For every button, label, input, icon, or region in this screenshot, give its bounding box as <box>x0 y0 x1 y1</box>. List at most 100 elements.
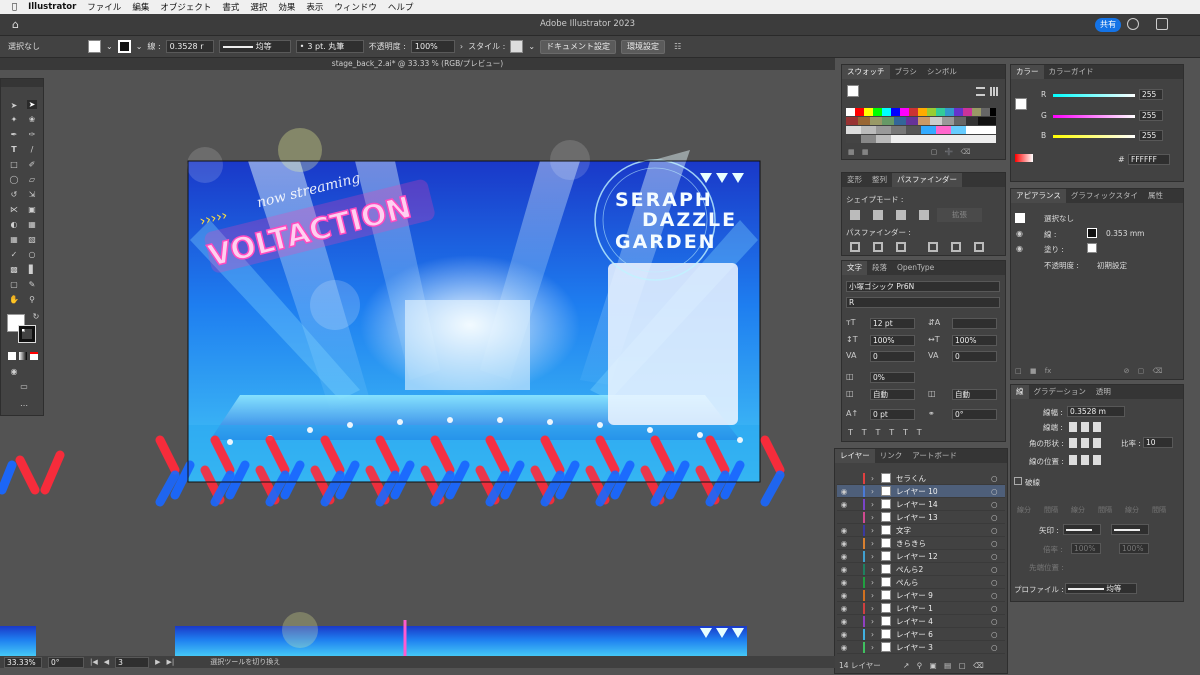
variable-width-profile[interactable]: 均等 <box>218 40 291 53</box>
divide-icon[interactable] <box>850 242 860 252</box>
symbol-sprayer-icon[interactable]: ▩ <box>9 265 19 274</box>
target-circle-icon[interactable]: ○ <box>991 474 1005 483</box>
outline-icon[interactable] <box>951 242 961 252</box>
menu-type[interactable]: 書式 <box>222 1 239 13</box>
intersect-icon[interactable] <box>896 210 906 220</box>
share-button[interactable]: 共有 <box>1095 18 1121 32</box>
brush-definition[interactable]: • 3 pt. 丸筆 <box>295 40 364 53</box>
fill-stroke-indicator[interactable] <box>847 85 859 97</box>
visibility-eye-icon[interactable]: ◉ <box>837 487 851 496</box>
font-family-field[interactable]: 小塚ゴシック Pr6N <box>846 281 1000 292</box>
canvas-area[interactable]: SERAPH DAZZLE GARDEN now streaming VOLTA… <box>0 70 833 656</box>
width-tool-icon[interactable]: ⋉ <box>9 205 19 214</box>
more-tools-icon[interactable]: ⋯ <box>19 401 29 410</box>
artboard-number-field[interactable]: 3 <box>115 656 150 668</box>
rotate-view-field[interactable]: 0° <box>48 656 84 668</box>
aki-right-field[interactable]: 自動 <box>952 389 997 400</box>
artboard-tool-icon[interactable]: ▢ <box>9 280 19 289</box>
eye-icon[interactable]: ◉ <box>1016 229 1023 238</box>
opacity-label[interactable]: 不透明度 : <box>369 41 406 52</box>
menu-effect[interactable]: 効果 <box>278 1 295 13</box>
target-circle-icon[interactable]: ○ <box>991 630 1005 639</box>
screen-mode-icon[interactable]: ▭ <box>19 382 29 391</box>
layer-name[interactable]: ぺんら <box>896 577 991 588</box>
visibility-eye-icon[interactable]: ◉ <box>837 565 851 574</box>
tab-opentype[interactable]: OpenType <box>892 261 939 275</box>
add-stroke-icon[interactable]: □ <box>1015 367 1022 375</box>
toolbar-grip[interactable] <box>1 79 43 87</box>
tab-character[interactable]: 文字 <box>842 261 867 275</box>
stroke-swatch[interactable] <box>117 40 131 53</box>
color-fill-box[interactable] <box>1015 98 1027 110</box>
target-circle-icon[interactable]: ○ <box>991 539 1005 548</box>
visibility-eye-icon[interactable]: ◉ <box>837 604 851 613</box>
layer-name[interactable]: レイヤー 13 <box>896 512 991 523</box>
layer-name[interactable]: レイヤー 9 <box>896 590 991 601</box>
arrow-scale-end[interactable]: 100% <box>1119 543 1149 554</box>
menu-select[interactable]: 選択 <box>250 1 267 13</box>
layer-row[interactable]: ◉ › ぺんら2 ○ <box>837 563 1005 576</box>
horizontal-scale-field[interactable]: 100% <box>952 335 997 346</box>
exclude-icon[interactable] <box>919 210 929 220</box>
tab-align[interactable]: 整列 <box>867 173 892 187</box>
crop-icon[interactable] <box>928 242 938 252</box>
tab-attributes[interactable]: 属性 <box>1143 189 1168 203</box>
expand-arrow-icon[interactable]: › <box>871 539 881 548</box>
layer-name[interactable]: レイヤー 4 <box>896 616 991 627</box>
menu-edit[interactable]: 編集 <box>132 1 149 13</box>
visibility-eye-icon[interactable]: ◉ <box>837 552 851 561</box>
color-spectrum[interactable] <box>1015 154 1033 162</box>
blue-slider[interactable] <box>1053 135 1135 138</box>
miter-ratio-input[interactable]: 10 <box>1143 437 1173 448</box>
search-icon[interactable] <box>1127 18 1139 30</box>
red-value[interactable]: 255 <box>1139 89 1163 100</box>
chevron-down-icon[interactable]: ⌄ <box>136 42 143 51</box>
layer-name[interactable]: 文字 <box>896 525 991 536</box>
first-artboard-icon[interactable]: |◀ <box>90 658 98 666</box>
layer-row[interactable]: › レイヤー 13 ○ <box>837 511 1005 524</box>
dash-field[interactable]: 線分 <box>1071 505 1085 515</box>
tab-links[interactable]: リンク <box>875 449 908 463</box>
zoom-tool-icon[interactable]: ⚲ <box>27 295 37 304</box>
menu-window[interactable]: ウィンドウ <box>334 1 377 13</box>
gap-field[interactable]: 間隔 <box>1152 505 1166 515</box>
expand-arrow-icon[interactable]: › <box>871 513 881 522</box>
expand-arrow-icon[interactable]: › <box>871 474 881 483</box>
hex-value[interactable]: FFFFFF <box>1128 154 1170 165</box>
expand-arrow-icon[interactable]: › <box>871 526 881 535</box>
tab-appearance[interactable]: アピアランス <box>1011 189 1066 203</box>
stroke-weight-input[interactable]: 0.3528 m <box>1067 406 1125 417</box>
expand-button[interactable]: 拡張 <box>937 208 982 222</box>
expand-arrow-icon[interactable]: › <box>871 578 881 587</box>
dash-field[interactable]: 線分 <box>1125 505 1139 515</box>
text-style-buttons[interactable]: TTTTTT <box>848 428 931 437</box>
rectangle-tool-icon[interactable]: □ <box>9 160 19 169</box>
appearance-stroke-swatch[interactable] <box>1087 228 1097 238</box>
chevron-right-icon[interactable]: › <box>460 42 463 51</box>
tab-graphic-styles[interactable]: グラフィックスタイ <box>1066 189 1143 203</box>
gradient-mode-button[interactable] <box>19 352 27 360</box>
dash-field[interactable]: 線分 <box>1017 505 1031 515</box>
target-circle-icon[interactable]: ○ <box>991 487 1005 496</box>
stroke-weight-field[interactable]: 0.3528 r <box>165 40 214 53</box>
graphic-style-swatch[interactable] <box>510 40 524 53</box>
app-menu[interactable]: Illustrator <box>28 2 76 12</box>
expand-arrow-icon[interactable]: › <box>871 487 881 496</box>
visibility-eye-icon[interactable]: ◉ <box>837 617 851 626</box>
new-swatch-icon[interactable]: ➕ <box>945 148 954 156</box>
hand-tool-icon[interactable]: ✋ <box>9 295 19 304</box>
expand-arrow-icon[interactable]: › <box>871 630 881 639</box>
expand-arrow-icon[interactable]: › <box>871 500 881 509</box>
layer-name[interactable]: レイヤー 3 <box>896 642 991 653</box>
zoom-field[interactable]: 33.33% <box>4 656 42 668</box>
magic-wand-icon[interactable]: ✦ <box>9 115 19 124</box>
column-graph-icon[interactable]: ▋ <box>27 265 37 274</box>
color-mode-button[interactable] <box>8 352 16 360</box>
swatch-grid[interactable] <box>846 108 996 144</box>
appearance-opacity-label[interactable]: 不透明度 : <box>1044 260 1079 271</box>
align-stroke-buttons[interactable] <box>1069 455 1103 465</box>
shaper-tool-icon[interactable]: ◯ <box>9 175 19 184</box>
tab-color[interactable]: カラー <box>1011 65 1044 79</box>
eyedropper-icon[interactable]: ✓ <box>9 250 19 259</box>
menu-object[interactable]: オブジェクト <box>160 1 211 13</box>
